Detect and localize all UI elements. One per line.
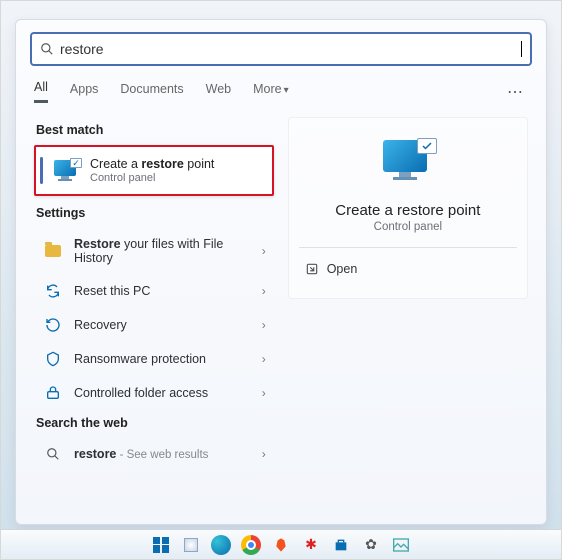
chevron-right-icon: › — [262, 386, 266, 400]
tab-apps[interactable]: Apps — [70, 82, 99, 102]
restore-point-icon: ✓ — [54, 160, 80, 182]
lock-icon — [42, 385, 64, 401]
best-match-item[interactable]: ✓ Create a restore point Control panel — [34, 145, 274, 196]
open-icon — [305, 262, 327, 276]
edge-icon[interactable] — [211, 535, 231, 555]
chevron-right-icon: › — [262, 244, 266, 258]
filter-tabs: All Apps Documents Web More▾ ⋯ — [16, 72, 546, 103]
reset-icon — [42, 283, 64, 299]
extension-icon[interactable]: ✱ — [301, 535, 321, 555]
divider — [299, 247, 517, 248]
tab-all[interactable]: All — [34, 80, 48, 103]
section-best-match: Best match — [36, 123, 274, 137]
overflow-menu-button[interactable]: ⋯ — [507, 82, 528, 102]
preview-pane: Create a restore point Control panel Ope… — [276, 103, 546, 524]
bm-subtitle: Control panel — [90, 172, 214, 184]
chevron-down-icon: ▾ — [284, 85, 289, 96]
best-match-text: Create a restore point Control panel — [90, 157, 214, 184]
start-button[interactable] — [151, 535, 171, 555]
search-bar[interactable]: restore — [30, 32, 532, 66]
web-result-restore[interactable]: restore - See web results › — [34, 438, 274, 470]
taskbar: ✱ ✿ — [1, 529, 561, 559]
web-dim: - See web results — [116, 449, 208, 461]
shield-icon — [42, 351, 64, 367]
settings-item-reset-pc[interactable]: Reset this PC › — [34, 274, 274, 308]
bm-title-post: point — [184, 157, 215, 171]
restore-point-icon-large — [383, 140, 433, 184]
reset-label: Reset this PC — [74, 284, 262, 298]
recovery-icon — [42, 317, 64, 333]
preview-subtitle: Control panel — [299, 221, 517, 233]
settings-item-ransomware[interactable]: Ransomware protection › — [34, 342, 274, 376]
settings-item-folder-access[interactable]: Controlled folder access › — [34, 376, 274, 410]
fh-bold: Restore — [74, 237, 121, 251]
settings-item-file-history[interactable]: Restore your files with File History › — [34, 228, 274, 274]
section-settings: Settings — [36, 206, 274, 220]
results-list: Best match ✓ Create a restore point Cont… — [16, 103, 276, 524]
folder-access-label: Controlled folder access — [74, 386, 262, 400]
windows-icon — [153, 537, 169, 553]
ransomware-label: Ransomware protection — [74, 352, 262, 366]
chrome-icon[interactable] — [241, 535, 261, 555]
text-caret — [521, 41, 522, 57]
bm-title-pre: Create a — [90, 157, 141, 171]
chevron-right-icon: › — [262, 284, 266, 298]
brave-icon[interactable] — [271, 535, 291, 555]
taskbar-app-1[interactable] — [181, 535, 201, 555]
section-search-web: Search the web — [36, 416, 274, 430]
results-body: Best match ✓ Create a restore point Cont… — [16, 103, 546, 524]
search-bar-container: restore — [16, 20, 546, 72]
open-label: Open — [327, 262, 358, 276]
store-icon[interactable] — [331, 535, 351, 555]
history-icon — [42, 245, 64, 257]
photos-icon[interactable] — [391, 535, 411, 555]
chevron-right-icon: › — [262, 352, 266, 366]
tab-more[interactable]: More▾ — [253, 82, 289, 102]
search-icon — [42, 447, 64, 461]
recovery-label: Recovery — [74, 318, 262, 332]
tab-web[interactable]: Web — [206, 82, 231, 102]
settings-item-recovery[interactable]: Recovery › — [34, 308, 274, 342]
settings-icon[interactable]: ✿ — [361, 535, 381, 555]
bm-title-bold: restore — [141, 157, 183, 171]
search-icon — [40, 42, 54, 56]
tab-more-label: More — [253, 82, 281, 96]
chevron-right-icon: › — [262, 447, 266, 461]
chevron-right-icon: › — [262, 318, 266, 332]
selection-indicator — [40, 157, 43, 184]
open-action[interactable]: Open — [299, 254, 517, 284]
web-bold: restore — [74, 447, 116, 461]
tab-documents[interactable]: Documents — [120, 82, 183, 102]
start-search-window: restore All Apps Documents Web More▾ ⋯ B… — [15, 19, 547, 525]
generic-app-icon — [184, 538, 198, 552]
preview-title: Create a restore point — [299, 202, 517, 219]
search-input-text[interactable]: restore — [60, 41, 521, 57]
preview-card: Create a restore point Control panel Ope… — [288, 117, 528, 299]
